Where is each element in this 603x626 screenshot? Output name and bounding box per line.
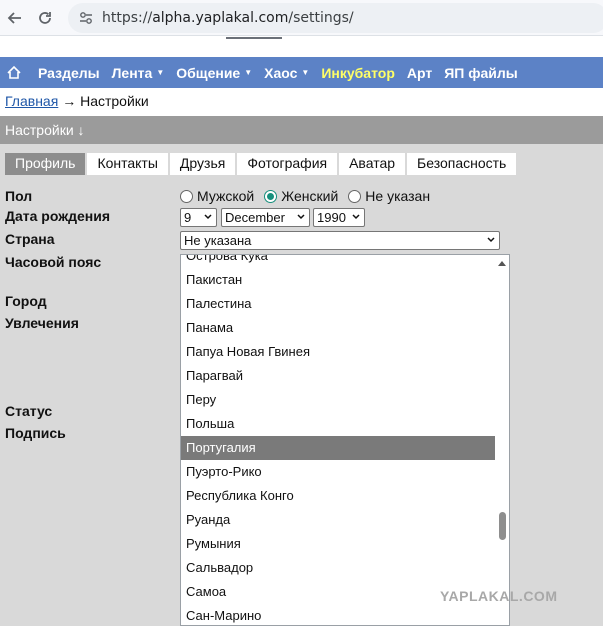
tab-photo[interactable]: Фотография <box>237 153 338 175</box>
interests-label: Увлечения <box>5 315 79 331</box>
radio-button-checked[interactable] <box>264 189 278 203</box>
country-dropdown-list[interactable]: Острова Кука Пакистан Палестина Панама П… <box>180 254 510 626</box>
signature-label: Подпись <box>5 425 66 441</box>
tab-avatar[interactable]: Аватар <box>339 153 406 175</box>
chevron-down-icon <box>352 214 360 220</box>
caret-down-icon: ▼ <box>244 68 253 77</box>
chevron-down-icon <box>297 214 305 220</box>
country-select[interactable]: Не указана <box>180 231 500 250</box>
browser-toolbar: https://alpha.yaplakal.com/settings/ <box>0 0 603 36</box>
gender-radio-male[interactable]: Мужской <box>180 188 254 204</box>
country-option[interactable]: Республика Конго <box>181 484 495 508</box>
tab-profile[interactable]: Профиль <box>5 153 86 175</box>
site-settings-icon[interactable] <box>78 10 94 26</box>
breadcrumb-separator: → <box>62 93 77 109</box>
country-option[interactable]: Польша <box>181 412 495 436</box>
nav-item-obshchenie[interactable]: Общение ▼ <box>176 65 252 81</box>
caret-down-icon: ▼ <box>156 68 165 77</box>
site-nav: Разделы Лента ▼ Общение ▼ Хаос ▼ Инкубатор … <box>0 57 603 88</box>
caret-down-icon: ▼ <box>301 68 310 77</box>
scroll-up-arrow-icon[interactable] <box>498 261 506 266</box>
site-watermark: YAPLAKAL.COM <box>440 588 558 604</box>
nav-item-lenta[interactable]: Лента ▼ <box>112 65 165 81</box>
nav-item-khaos[interactable]: Хаос ▼ <box>264 65 309 81</box>
gender-label: Пол <box>5 188 33 204</box>
country-option[interactable]: Палестина <box>181 292 495 316</box>
gender-radio-unspecified[interactable]: Не указан <box>348 188 430 204</box>
birth-month-select[interactable]: December <box>221 208 310 227</box>
country-option[interactable]: Папуа Новая Гвинея <box>181 340 495 364</box>
nav-item-inkubator[interactable]: Инкубатор <box>321 65 395 81</box>
country-option[interactable]: Румыния <box>181 532 495 556</box>
section-title[interactable]: Настройки ↓ <box>0 116 603 144</box>
country-option[interactable]: Пуэрто-Рико <box>181 460 495 484</box>
breadcrumb: Главная → Настройки <box>5 93 149 109</box>
country-option[interactable]: Парагвай <box>181 364 495 388</box>
country-option[interactable]: Сальвадор <box>181 556 495 580</box>
birth-day-select[interactable]: 9 <box>180 208 217 227</box>
radio-button[interactable] <box>180 189 193 203</box>
nav-item-art[interactable]: Арт <box>407 65 432 81</box>
breadcrumb-home-link[interactable]: Главная <box>5 93 58 109</box>
country-option[interactable]: Острова Кука <box>181 255 495 268</box>
tab-friends[interactable]: Друзья <box>169 153 236 175</box>
chevron-down-icon <box>204 214 212 220</box>
breadcrumb-current: Настройки <box>80 93 149 109</box>
birthdate-label: Дата рождения <box>5 208 111 224</box>
address-bar[interactable]: https://alpha.yaplakal.com/settings/ <box>68 3 603 33</box>
status-label: Статус <box>5 403 53 419</box>
reload-icon[interactable] <box>33 6 57 30</box>
dropdown-scrollbar[interactable] <box>495 255 509 625</box>
url-text: https://alpha.yaplakal.com/settings/ <box>102 10 354 26</box>
country-option[interactable]: Руанда <box>181 508 495 532</box>
radio-button[interactable] <box>348 189 362 203</box>
city-label: Город <box>5 293 47 309</box>
settings-tabs: Профиль Контакты Друзья Фотография Авата… <box>5 153 518 175</box>
scrollbar-thumb[interactable] <box>499 512 506 540</box>
tab-contacts[interactable]: Контакты <box>87 153 168 175</box>
page-top-gap <box>0 37 603 57</box>
divider <box>226 37 282 39</box>
chevron-down-icon <box>487 237 495 243</box>
country-label: Страна <box>5 231 55 247</box>
birth-year-select[interactable]: 1990 <box>313 208 365 227</box>
gender-radio-group: Мужской Женский Не указан <box>180 188 440 204</box>
country-option[interactable]: Панама <box>181 316 495 340</box>
country-option[interactable]: Сан-Марино <box>181 604 495 625</box>
back-arrow-icon[interactable] <box>3 6 27 30</box>
home-icon[interactable] <box>2 66 26 79</box>
nav-item-yap-files[interactable]: ЯП файлы <box>444 65 518 81</box>
tab-security[interactable]: Безопасность <box>407 153 517 175</box>
country-option-highlighted[interactable]: Португалия <box>181 436 495 460</box>
nav-item-razdely[interactable]: Разделы <box>38 65 100 81</box>
country-option[interactable]: Перу <box>181 388 495 412</box>
gender-radio-female[interactable]: Женский <box>264 188 338 204</box>
country-option[interactable]: Пакистан <box>181 268 495 292</box>
timezone-label: Часовой пояс <box>5 254 102 270</box>
